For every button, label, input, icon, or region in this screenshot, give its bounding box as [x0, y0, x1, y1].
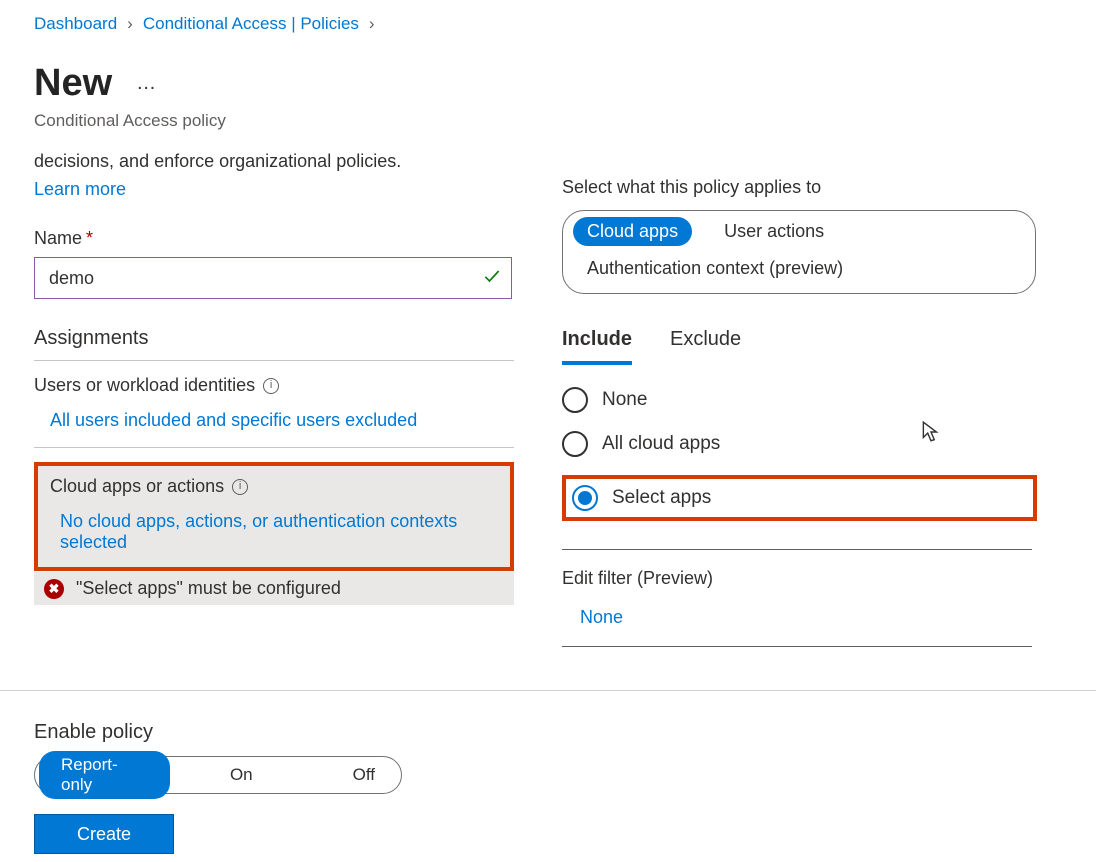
radio-all-cloud-apps[interactable]: All cloud apps — [562, 431, 1037, 457]
checkmark-icon — [482, 266, 502, 290]
toggle-off[interactable]: Off — [331, 761, 397, 789]
divider — [34, 447, 514, 448]
create-button[interactable]: Create — [34, 814, 174, 854]
pill-cloud-apps[interactable]: Cloud apps — [573, 217, 692, 246]
name-field-label: Name* — [34, 228, 514, 249]
edit-filter-label: Edit filter (Preview) — [562, 568, 1037, 589]
radio-none-label: None — [602, 389, 647, 411]
applies-to-label: Select what this policy applies to — [562, 177, 1037, 198]
radio-all-label: All cloud apps — [602, 433, 720, 455]
chevron-right-icon: › — [369, 14, 375, 34]
radio-none[interactable]: None — [562, 387, 1037, 413]
users-value-link[interactable]: All users included and specific users ex… — [50, 410, 514, 431]
pill-user-actions[interactable]: User actions — [710, 217, 838, 246]
toggle-on[interactable]: On — [208, 761, 275, 789]
radio-select-label: Select apps — [612, 487, 711, 509]
learn-more-link[interactable]: Learn more — [34, 179, 514, 200]
validation-error: ✖ "Select apps" must be configured — [34, 571, 514, 605]
cloud-apps-row[interactable]: Cloud apps or actions i No cloud apps, a… — [34, 462, 514, 571]
page-subtitle: Conditional Access policy — [34, 111, 1062, 131]
enable-policy-toggle: Report-only On Off — [34, 756, 402, 794]
enable-policy-label: Enable policy — [34, 721, 1062, 744]
more-actions-icon[interactable]: … — [136, 72, 158, 95]
edit-filter-value-link[interactable]: None — [580, 607, 1037, 628]
divider — [0, 690, 1096, 691]
breadcrumb-conditional-access[interactable]: Conditional Access | Policies — [143, 14, 359, 34]
breadcrumb: Dashboard › Conditional Access | Policie… — [34, 14, 1062, 34]
users-label: Users or workload identities — [34, 375, 255, 396]
page-title: New — [34, 62, 112, 105]
error-text: "Select apps" must be configured — [76, 578, 341, 599]
breadcrumb-dashboard[interactable]: Dashboard — [34, 14, 117, 34]
info-icon[interactable]: i — [232, 479, 248, 495]
tab-exclude[interactable]: Exclude — [670, 328, 741, 365]
name-input[interactable] — [34, 257, 512, 299]
divider — [562, 549, 1032, 550]
cursor-icon — [920, 420, 942, 448]
pill-auth-context[interactable]: Authentication context (preview) — [573, 254, 857, 283]
assignments-section-title: Assignments — [34, 327, 514, 361]
include-exclude-tabs: Include Exclude — [562, 328, 1037, 365]
users-row[interactable]: Users or workload identities i — [34, 375, 514, 396]
chevron-right-icon: › — [127, 14, 133, 34]
cloud-apps-value: No cloud apps, actions, or authenticatio… — [60, 511, 498, 553]
cloud-apps-label: Cloud apps or actions — [50, 476, 224, 497]
toggle-report-only[interactable]: Report-only — [39, 751, 170, 799]
info-icon[interactable]: i — [263, 378, 279, 394]
intro-text: decisions, and enforce organizational po… — [34, 149, 514, 173]
error-icon: ✖ — [44, 579, 64, 599]
required-asterisk: * — [86, 228, 93, 248]
radio-select-apps[interactable]: Select apps — [572, 485, 711, 511]
tab-include[interactable]: Include — [562, 328, 632, 365]
divider — [562, 646, 1032, 647]
applies-to-selector: Cloud apps User actions Authentication c… — [562, 210, 1036, 294]
